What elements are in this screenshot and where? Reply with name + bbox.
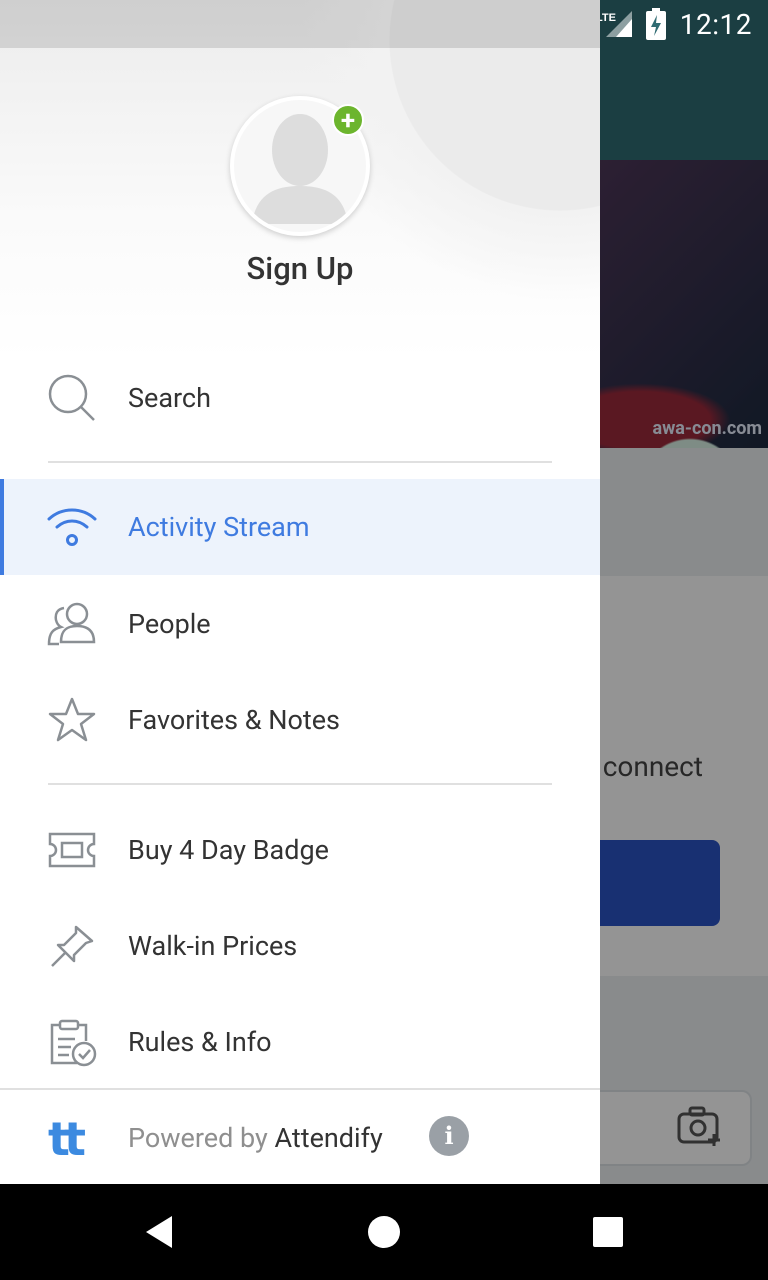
menu-item-label: Walk-in Prices bbox=[128, 930, 298, 962]
info-icon[interactable]: i bbox=[429, 1116, 469, 1156]
menu-item-favorites-notes[interactable]: Favorites & Notes bbox=[0, 672, 600, 768]
recents-icon bbox=[593, 1217, 623, 1247]
menu-item-rules-info[interactable]: Rules & Info bbox=[0, 994, 600, 1090]
menu-item-walk-in-prices[interactable]: Walk-in Prices bbox=[0, 898, 600, 994]
add-photo-badge[interactable]: + bbox=[332, 104, 364, 136]
divider bbox=[48, 461, 552, 463]
clipboard-check-icon bbox=[46, 1016, 98, 1068]
recents-button[interactable] bbox=[576, 1200, 640, 1264]
active-indicator bbox=[0, 479, 4, 575]
menu-item-label: Activity Stream bbox=[128, 511, 310, 543]
drawer-status-overlay bbox=[0, 0, 600, 48]
search-icon bbox=[46, 372, 98, 424]
powered-by-label: Powered by bbox=[128, 1122, 268, 1154]
attendify-logo: tt bbox=[48, 1112, 86, 1166]
system-nav-bar bbox=[0, 1184, 768, 1280]
menu-item-search[interactable]: Search bbox=[0, 350, 600, 446]
menu-item-label: Favorites & Notes bbox=[128, 704, 340, 736]
back-icon bbox=[146, 1216, 172, 1248]
menu-item-label: People bbox=[128, 608, 211, 640]
drawer-footer: tt Powered by Attendify i bbox=[0, 1088, 600, 1184]
battery-charging-icon bbox=[645, 8, 666, 40]
pin-icon bbox=[46, 920, 98, 972]
menu-item-buy-badge[interactable]: Buy 4 Day Badge bbox=[0, 802, 600, 898]
menu-item-label: Buy 4 Day Badge bbox=[128, 834, 329, 866]
wifi-icon bbox=[46, 501, 98, 553]
menu-item-people[interactable]: People bbox=[0, 576, 600, 672]
lte-signal-icon: LTE bbox=[596, 11, 632, 37]
divider bbox=[48, 783, 552, 785]
navigation-drawer: + Sign Up Search Activity Stream People … bbox=[0, 0, 600, 1184]
home-button[interactable] bbox=[352, 1200, 416, 1264]
back-button[interactable] bbox=[128, 1200, 192, 1264]
brand-name: Attendify bbox=[274, 1122, 383, 1154]
menu-item-label: Rules & Info bbox=[128, 1026, 272, 1058]
home-icon bbox=[368, 1216, 400, 1248]
powered-by-text: Powered by Attendify bbox=[128, 1122, 383, 1154]
menu-item-label: Search bbox=[128, 382, 211, 414]
menu-item-activity-stream[interactable]: Activity Stream bbox=[0, 479, 600, 575]
ticket-icon bbox=[46, 824, 98, 876]
people-icon bbox=[46, 598, 98, 650]
sign-up-link[interactable]: Sign Up bbox=[0, 250, 600, 287]
star-icon bbox=[46, 694, 98, 746]
status-time: 12:12 bbox=[679, 7, 752, 41]
